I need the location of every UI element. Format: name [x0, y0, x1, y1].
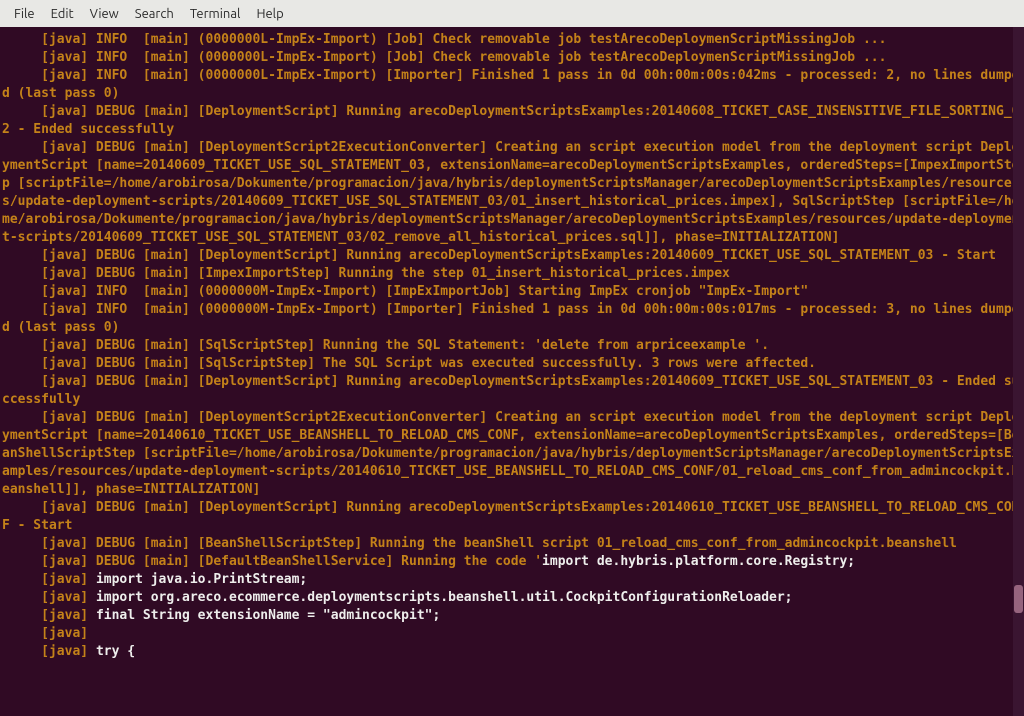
log-line: [java]: [2, 625, 1022, 643]
menu-terminal[interactable]: Terminal: [182, 3, 249, 25]
log-line: [java] DEBUG [main] [SqlScriptStep] The …: [2, 355, 1022, 373]
log-line: [java] INFO [main] (0000000M-ImpEx-Impor…: [2, 301, 1022, 337]
log-line: [java] DEBUG [main] [SqlScriptStep] Runn…: [2, 337, 1022, 355]
log-line: [java] try {: [2, 643, 1022, 661]
menu-help[interactable]: Help: [248, 3, 291, 25]
log-line: [java] final String extensionName = "adm…: [2, 607, 1022, 625]
terminal-output[interactable]: [java] INFO [main] (0000000L-ImpEx-Impor…: [0, 27, 1024, 716]
scrollbar[interactable]: [1013, 27, 1024, 716]
menu-search[interactable]: Search: [127, 3, 182, 25]
log-line: [java] import org.areco.ecommerce.deploy…: [2, 589, 1022, 607]
log-line: [java] DEBUG [main] [DeploymentScript2Ex…: [2, 139, 1022, 247]
log-line: [java] INFO [main] (0000000M-ImpEx-Impor…: [2, 283, 1022, 301]
menu-file[interactable]: File: [6, 3, 43, 25]
menu-view[interactable]: View: [82, 3, 127, 25]
log-line: [java] DEBUG [main] [DeploymentScript] R…: [2, 247, 1022, 265]
log-line: [java] DEBUG [main] [BeanShellScriptStep…: [2, 535, 1022, 553]
log-line: [java] INFO [main] (0000000L-ImpEx-Impor…: [2, 31, 1022, 49]
log-line: [java] DEBUG [main] [DeploymentScript] R…: [2, 373, 1022, 409]
log-line: [java] DEBUG [main] [DeploymentScript] R…: [2, 499, 1022, 535]
log-line: [java] DEBUG [main] [DefaultBeanShellSer…: [2, 553, 1022, 571]
log-line: [java] DEBUG [main] [DeploymentScript] R…: [2, 103, 1022, 139]
log-line: [java] import java.io.PrintStream;: [2, 571, 1022, 589]
scrollbar-thumb[interactable]: [1014, 585, 1023, 613]
menubar: FileEditViewSearchTerminalHelp: [0, 0, 1024, 27]
menu-edit[interactable]: Edit: [43, 3, 82, 25]
log-line: [java] INFO [main] (0000000L-ImpEx-Impor…: [2, 49, 1022, 67]
log-line: [java] INFO [main] (0000000L-ImpEx-Impor…: [2, 67, 1022, 103]
log-line: [java] DEBUG [main] [ImpexImportStep] Ru…: [2, 265, 1022, 283]
log-line: [java] DEBUG [main] [DeploymentScript2Ex…: [2, 409, 1022, 499]
